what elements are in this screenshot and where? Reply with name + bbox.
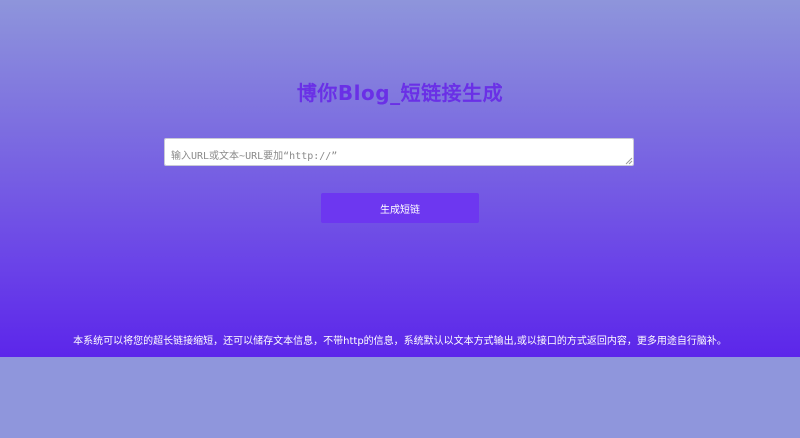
generate-short-link-button[interactable]: 生成短链 xyxy=(321,193,479,223)
footer-band xyxy=(0,357,800,438)
hero-background xyxy=(0,0,800,357)
url-text-input[interactable] xyxy=(164,138,634,166)
description-text: 本系统可以将您的超长链接缩短，还可以储存文本信息，不带http的信息，系统默认以… xyxy=(73,336,727,347)
page-title: 博你Blog_短链接生成 xyxy=(296,81,504,105)
